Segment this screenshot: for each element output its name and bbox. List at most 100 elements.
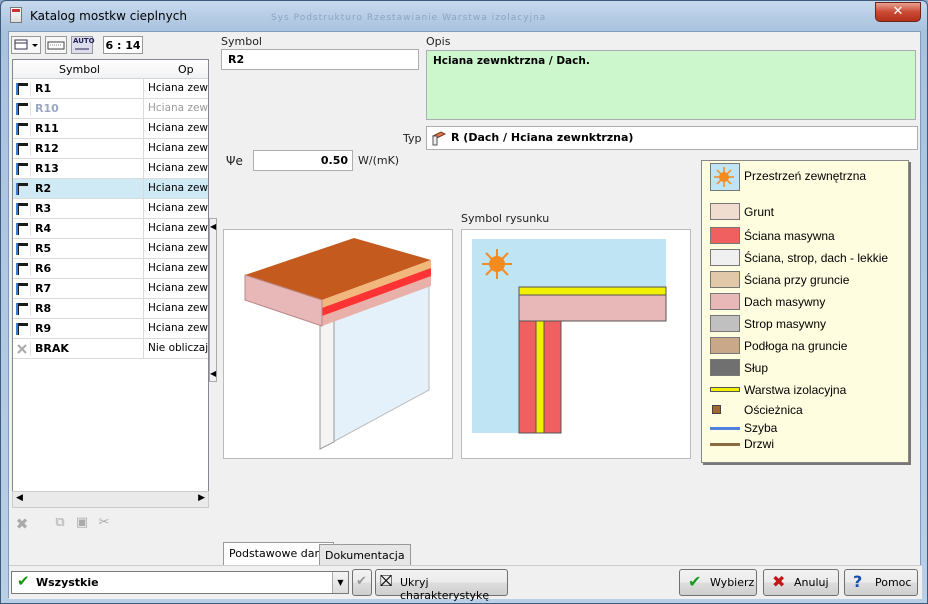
legend-label: Warstwa izolacyjna <box>744 383 847 397</box>
symbol-field[interactable]: R2 <box>221 49 419 70</box>
close-button[interactable]: ✕ <box>875 2 921 22</box>
row-description: Nie obliczaj <box>143 339 208 358</box>
table-row[interactable]: R1 Hciana zewn <box>13 79 208 99</box>
window-title: Katalog mostkw cieplnych <box>30 9 187 23</box>
legend-swatch <box>712 405 721 414</box>
corner-bridge-icon <box>15 202 31 216</box>
opis-field[interactable]: Hciana zewnktrzna / Dach. <box>426 50 916 120</box>
table-row[interactable]: R3 Hciana zew <box>13 199 208 219</box>
pomoc-button[interactable]: ? Pomoc <box>844 569 918 596</box>
background-tabs: Sys Podstrukturo Rzestawianie Warstwa iz… <box>271 13 547 23</box>
corner-bridge-icon <box>15 282 31 296</box>
table-row[interactable]: R2 Hciana zew <box>13 179 208 199</box>
tab-dokumentacja[interactable]: Dokumentacja <box>319 544 411 566</box>
cancel-x-icon: ✖ <box>772 572 786 591</box>
legend-label: Szyba <box>744 421 778 435</box>
row-description: Hciana zew <box>143 299 208 318</box>
filter-combo[interactable]: ✔ Wszystkie ▼ <box>11 571 349 594</box>
3d-preview <box>223 229 453 459</box>
table-row[interactable]: BRAK Nie obliczaj <box>13 339 208 359</box>
psi-label: Ψe <box>226 154 243 168</box>
keyboard-button[interactable] <box>45 36 67 54</box>
row-symbol: R7 <box>35 282 52 295</box>
horizontal-scrollbar[interactable]: ◀ ▶ <box>12 491 209 508</box>
client-area: AUTO 6 : 14 Symbol Op R1 Hciana zewn R10 Hc… <box>8 31 922 602</box>
collapse-left-icon: ◀ <box>210 222 217 231</box>
paste-icon[interactable]: ▣ <box>74 515 90 531</box>
title-bar[interactable]: Katalog mostkw cieplnych Sys Podstruktur… <box>1 1 927 31</box>
legend-label: Podłoga na gruncie <box>744 339 848 353</box>
apply-filter-button[interactable]: ✔ <box>352 569 372 596</box>
help-icon: ? <box>853 572 863 591</box>
table-row[interactable]: R4 Hciana zew <box>13 219 208 239</box>
scroll-right-icon: ▶ <box>198 493 205 503</box>
view-mode-button[interactable] <box>11 36 41 54</box>
list-actions: ✖ ⧉ ▣ ✂ <box>12 512 209 534</box>
table-row[interactable]: R12 Hciana zew <box>13 139 208 159</box>
corner-bridge-icon <box>15 122 31 136</box>
legend-panel: Przestrzeń zewnętrzna Grunt Ściana masywna… <box>701 160 909 463</box>
typ-label: Typ <box>403 132 422 145</box>
col-opis[interactable]: Op <box>178 63 194 76</box>
row-description: Hciana zew <box>143 99 208 118</box>
legend-label: Dach masywny <box>744 295 826 309</box>
corner-bridge-icon <box>15 322 31 336</box>
row-symbol: R2 <box>35 182 52 195</box>
table-row[interactable]: R5 Hciana zew <box>13 239 208 259</box>
legend-swatch <box>710 337 740 354</box>
row-description: Hciana zew <box>143 239 208 258</box>
grid-icon <box>14 39 38 50</box>
psi-unit: W/(mK) <box>358 154 400 167</box>
typ-field[interactable]: R (Dach / Hciana zewnktrzna) <box>426 126 918 150</box>
legend-label: Grunt <box>744 205 775 219</box>
copy-icon[interactable]: ⧉ <box>52 515 68 531</box>
table-row[interactable]: R7 Hciana zew <box>13 279 208 299</box>
auto-width-button[interactable]: AUTO <box>71 36 95 54</box>
legend-label: Ościeżnica <box>744 403 803 417</box>
none-icon <box>15 342 31 356</box>
corner-bridge-icon <box>15 262 31 276</box>
symbol-drawing <box>461 229 691 459</box>
pomoc-label: Pomoc <box>875 576 912 589</box>
corner-bridge-icon <box>15 302 31 316</box>
tab-bar: Podstawowe dane Dokumentacja <box>221 542 921 566</box>
corner-type-icon <box>431 131 447 146</box>
table-row[interactable]: R13 Hciana zew <box>13 159 208 179</box>
table-row[interactable]: R11 Hciana zew <box>13 119 208 139</box>
scroll-left-icon: ◀ <box>16 493 23 503</box>
table-header: Symbol Op <box>13 60 208 79</box>
table-row[interactable]: R10 Hciana zew <box>13 99 208 119</box>
keyboard-icon <box>47 41 65 50</box>
row-symbol: R13 <box>35 162 59 175</box>
pane-splitter[interactable]: ◀ ◀ <box>209 218 217 382</box>
table-row[interactable]: R8 Hciana zew <box>13 299 208 319</box>
row-symbol: R5 <box>35 242 52 255</box>
wybierz-button[interactable]: ✔ Wybierz <box>679 569 757 596</box>
legend-label: Strop masywny <box>744 317 827 331</box>
legend-swatch <box>710 427 740 430</box>
bottom-bar: ✔ Wszystkie ▼ ✔ ⛝ Ukryj charakterystykę … <box>9 565 922 602</box>
corner-bridge-icon <box>15 102 31 116</box>
check-icon: ✔ <box>17 572 30 590</box>
col-symbol[interactable]: Symbol <box>59 63 100 76</box>
row-symbol: R9 <box>35 322 52 335</box>
row-description: Hciana zew <box>143 279 208 298</box>
delete-icon[interactable]: ✖ <box>14 515 30 533</box>
tab-podstawowe-dane[interactable]: Podstawowe dane <box>223 542 335 566</box>
psi-field[interactable]: 0.50 <box>253 150 353 171</box>
hide-characteristics-button[interactable]: ⛝ Ukryj charakterystykę <box>375 569 508 602</box>
table-row[interactable]: R9 Hciana zew <box>13 319 208 339</box>
row-symbol: R3 <box>35 202 52 215</box>
row-description: Hciana zew <box>143 199 208 218</box>
anuluj-button[interactable]: ✖ Anuluj <box>763 569 839 596</box>
row-description: Hciana zew <box>143 259 208 278</box>
arrows-icon <box>75 48 89 50</box>
row-symbol: R1 <box>35 82 52 95</box>
row-symbol: R6 <box>35 262 52 275</box>
legend-swatch <box>710 249 740 266</box>
dropdown-arrow-icon[interactable]: ▼ <box>332 572 348 593</box>
opis-label: Opis <box>426 35 451 48</box>
cut-icon[interactable]: ✂ <box>96 515 112 531</box>
table-row[interactable]: R6 Hciana zew <box>13 259 208 279</box>
row-description: Hciana zew <box>143 159 208 178</box>
